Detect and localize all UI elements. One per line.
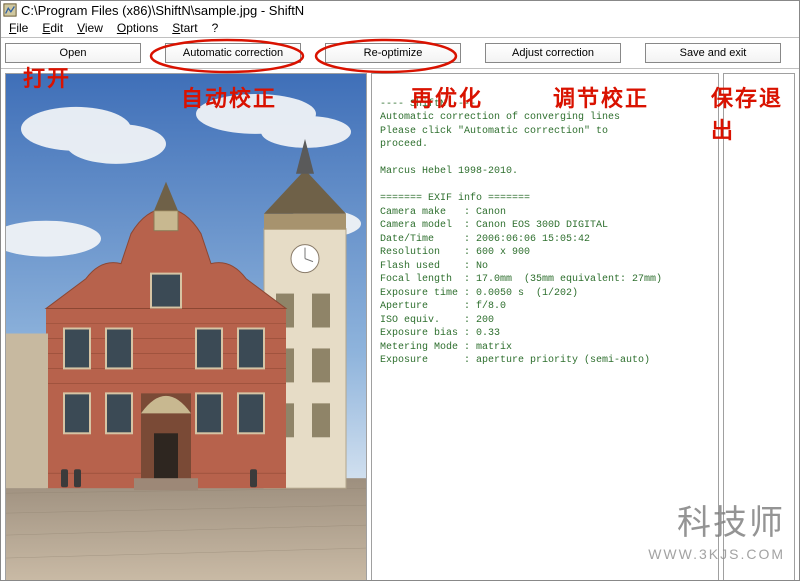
info-line: Please click "Automatic correction" to (380, 126, 608, 137)
auto-correction-button[interactable]: Automatic correction (165, 43, 301, 63)
image-pane (5, 73, 367, 581)
menu-view[interactable]: View (71, 20, 109, 36)
info-line: proceed. (380, 139, 428, 150)
menu-help[interactable]: ? (206, 20, 225, 36)
menu-options[interactable]: Options (111, 20, 164, 36)
menu-start[interactable]: Start (166, 20, 203, 36)
info-line: Automatic correction of converging lines (380, 112, 620, 123)
exif-row: Flash used : No (380, 261, 488, 272)
open-button[interactable]: Open (5, 43, 141, 63)
exif-row: Camera make : Canon (380, 207, 506, 218)
info-pane: ---- ShiftN ---- Automatic correction of… (371, 73, 719, 581)
exif-row: Camera model : Canon EOS 300D DIGITAL (380, 220, 608, 231)
adjust-correction-button[interactable]: Adjust correction (485, 43, 621, 63)
reoptimize-button[interactable]: Re-optimize (325, 43, 461, 63)
exif-header: ======= EXIF info ======= (380, 193, 530, 204)
save-exit-button[interactable]: Save and exit (645, 43, 781, 63)
exif-row: Date/Time : 2006:06:06 15:05:42 (380, 234, 590, 245)
side-strip (723, 73, 795, 581)
exif-row: Resolution : 600 x 900 (380, 247, 530, 258)
exif-row: Exposure time : 0.0050 s (1/202) (380, 288, 578, 299)
exif-row: Exposure : aperture priority (semi-auto) (380, 355, 650, 366)
app-icon (3, 3, 17, 17)
info-credit: Marcus Hebel 1998-2010. (380, 166, 518, 177)
window-title: C:\Program Files (x86)\ShiftN\sample.jpg… (21, 3, 304, 18)
toolbar: Open Automatic correction Re-optimize Ad… (1, 37, 799, 69)
exif-row: Exposure bias : 0.33 (380, 328, 500, 339)
sample-photo (6, 74, 366, 581)
app-window: C:\Program Files (x86)\ShiftN\sample.jpg… (0, 0, 800, 581)
exif-row: ISO equiv. : 200 (380, 315, 494, 326)
exif-row: Aperture : f/8.0 (380, 301, 506, 312)
exif-row: Focal length : 17.0mm (35mm equivalent: … (380, 274, 662, 285)
content-area: ---- ShiftN ---- Automatic correction of… (1, 69, 799, 581)
title-bar: C:\Program Files (x86)\ShiftN\sample.jpg… (1, 1, 799, 19)
menu-edit[interactable]: Edit (36, 20, 69, 36)
info-banner: ---- ShiftN ---- (380, 99, 476, 110)
menu-bar: File Edit View Options Start ? (1, 19, 799, 37)
menu-file[interactable]: File (3, 20, 34, 36)
exif-row: Metering Mode : matrix (380, 342, 512, 353)
